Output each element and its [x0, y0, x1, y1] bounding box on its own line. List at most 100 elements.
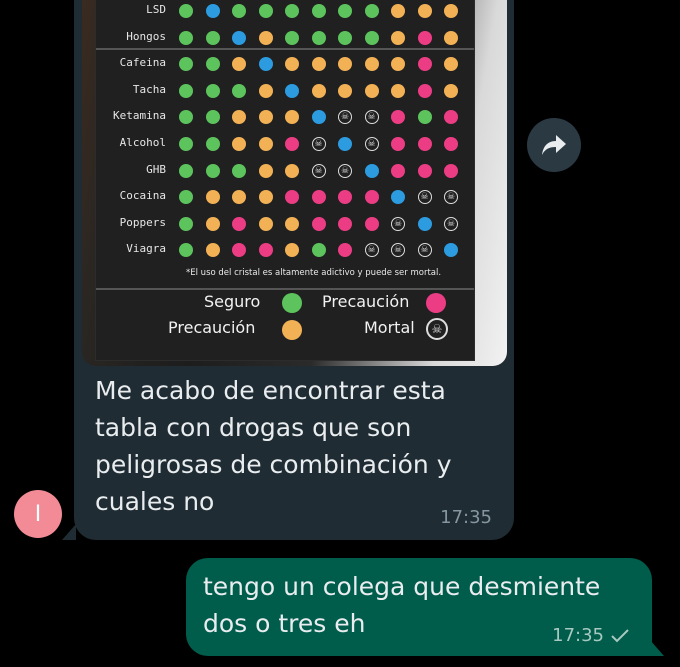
message-photo[interactable]: LSD Hongos Cafeina Tacha Ketamina ☠ ☠ Alcohol ☠ ☠…	[82, 0, 507, 366]
chart-dot-orange	[285, 110, 299, 125]
outgoing-message-line: tengo un colega que desmiente	[203, 572, 601, 601]
chart-row-label: Hongos	[126, 29, 166, 43]
chart-dot-green	[364, 30, 379, 45]
chart-dot-green	[338, 30, 352, 45]
chart-dot-green	[179, 137, 193, 151]
chart-dot-pink	[258, 243, 273, 258]
chart-row-label: Poppers	[119, 215, 166, 229]
chart-dot-orange	[391, 30, 405, 45]
chart-dot-blue	[444, 243, 458, 258]
outgoing-message-bubble[interactable]: tengo un colega que desmiente dos o tres …	[186, 558, 664, 656]
chart-dot-blue	[391, 190, 405, 205]
bubble-tail	[650, 640, 664, 656]
chart-row: Cocaina ☠ ☠	[96, 186, 474, 212]
chart-dot-orange	[258, 30, 273, 45]
sender-avatar[interactable]: I	[14, 490, 62, 538]
skull-icon: ☠	[417, 243, 432, 258]
check-icon	[611, 628, 629, 642]
chart-dot-green	[232, 83, 246, 98]
legend-green-dot	[282, 293, 302, 313]
chart-dot-orange	[391, 4, 405, 18]
chart-dot-green	[205, 110, 220, 125]
chart-dot-pink	[391, 137, 405, 151]
chart-dot-orange	[444, 30, 458, 45]
chart-dot-green	[285, 30, 299, 45]
chart-dot-green	[364, 4, 379, 18]
chart-dot-green	[205, 83, 220, 98]
chart-dot-green	[258, 4, 273, 18]
chart-dot-pink	[285, 190, 299, 205]
chart-footnote: *El uso del cristal es altamente adictiv…	[186, 268, 442, 278]
chart-dot-green	[179, 216, 193, 231]
skull-icon: ☠	[444, 216, 458, 231]
outgoing-timestamp: 17:35	[552, 625, 604, 646]
incoming-message-line: peligrosas de combinación y	[95, 450, 452, 479]
chart-dot-green	[205, 137, 220, 151]
chart-dot-orange	[258, 190, 273, 205]
chart-dot-blue	[364, 163, 379, 178]
chart-dot-green	[179, 243, 193, 258]
chart-row: Ketamina ☠ ☠	[96, 106, 474, 132]
chart-dot-pink	[417, 163, 432, 178]
chart-dot-blue	[338, 137, 352, 151]
chart-row: Cafeina	[96, 53, 474, 79]
chart-row-label: Tacha	[132, 82, 166, 96]
legend-pink-dot	[426, 293, 446, 313]
chart-row-label: Alcohol	[119, 136, 166, 149]
chart-dot-green	[205, 30, 220, 45]
incoming-message-line: Me acabo de encontrar esta	[95, 376, 446, 405]
chart-row: GHB ☠ ☠	[96, 160, 474, 186]
skull-icon: ☠	[417, 190, 432, 205]
chart-row: LSD	[96, 0, 474, 26]
chart-dot-pink	[232, 243, 246, 258]
chart-dot-orange	[338, 57, 352, 72]
chart-dot-orange	[444, 83, 458, 98]
chart-dot-pink	[338, 190, 352, 205]
chart-dot-orange	[364, 83, 379, 98]
chart-dot-orange	[205, 216, 220, 231]
chart-dot-green	[338, 4, 352, 18]
skull-icon: ☠	[426, 318, 448, 340]
chart-dot-pink	[285, 137, 299, 151]
chart-dot-orange	[391, 57, 405, 72]
chart-dot-pink	[417, 30, 432, 45]
chart-dot-blue	[311, 110, 326, 125]
chart-dot-orange	[205, 243, 220, 258]
chart-dot-green	[179, 190, 193, 205]
incoming-message-text: Me acabo de encontrar esta tabla con drog…	[95, 372, 495, 520]
incoming-message-bubble[interactable]: LSD Hongos Cafeina Tacha Ketamina ☠ ☠ Alcohol ☠ ☠…	[62, 0, 514, 540]
bubble-tail	[62, 524, 76, 540]
chart-dot-green	[179, 163, 193, 178]
skull-icon: ☠	[391, 216, 405, 231]
forward-button[interactable]	[527, 118, 581, 172]
chart-dot-pink	[338, 243, 352, 258]
chart-dot-green	[232, 163, 246, 178]
skull-icon: ☠	[338, 110, 352, 125]
chart-dot-orange	[417, 4, 432, 18]
chart-dot-orange	[311, 57, 326, 72]
chart-row-label: Cafeina	[119, 56, 166, 70]
skull-icon: ☠	[311, 163, 326, 178]
chart-dot-orange	[285, 163, 299, 178]
chart-dot-pink	[232, 216, 246, 231]
chart-row-label: GHB	[146, 162, 166, 176]
chart-dot-green	[311, 30, 326, 45]
chart-dot-orange	[232, 137, 246, 151]
chart-dot-green	[417, 110, 432, 125]
chart-row-label: Ketamina	[113, 109, 166, 123]
chart-dot-pink	[311, 190, 326, 205]
skull-icon: ☠	[364, 137, 379, 151]
chart-dot-pink	[391, 163, 405, 178]
legend-seguro-label: Seguro	[204, 292, 261, 311]
chart-dot-orange	[285, 216, 299, 231]
chart-dot-orange	[205, 190, 220, 205]
chart-dot-orange	[258, 110, 273, 125]
chart-dot-green	[205, 57, 220, 72]
chart-dot-green	[285, 4, 299, 18]
chart-dot-orange	[232, 110, 246, 125]
chart-dot-blue	[205, 4, 220, 18]
chart-dot-green	[205, 163, 220, 178]
skull-icon: ☠	[391, 243, 405, 258]
chart-row: Alcohol ☠ ☠	[96, 133, 474, 159]
skull-icon: ☠	[338, 163, 352, 178]
